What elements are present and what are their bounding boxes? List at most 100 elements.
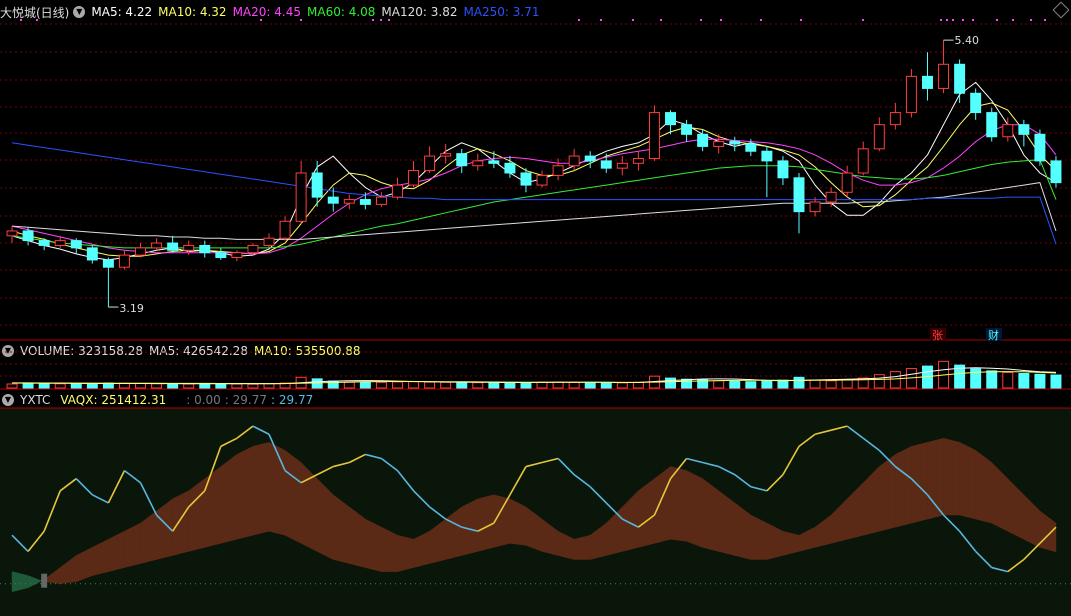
volume-bar: [424, 381, 436, 389]
volume-bar: [681, 378, 693, 389]
volume-bar: [6, 383, 18, 389]
volume-bar: [777, 379, 789, 389]
yxtc-band: [381, 526, 398, 572]
candle: [135, 247, 146, 256]
candle: [600, 160, 612, 169]
candle: [279, 220, 291, 239]
volume-bar: [584, 382, 596, 389]
candle: [54, 240, 66, 246]
yxtc-band: [332, 494, 350, 564]
candle: [616, 162, 628, 169]
candle: [970, 92, 982, 114]
volume-bar: [568, 381, 580, 389]
volume-bar: [86, 383, 98, 389]
signal-dot: [578, 19, 580, 21]
candle: [857, 148, 869, 174]
yxtc-band: [188, 478, 206, 552]
candle: [70, 240, 82, 249]
candle: [681, 124, 693, 135]
candle: [905, 75, 917, 114]
candle: [151, 242, 163, 249]
volume-bar: [536, 381, 548, 389]
signal-dot: [380, 19, 382, 21]
candle: [1034, 133, 1046, 162]
signal-dot: [660, 19, 662, 21]
volume-bar: [809, 379, 821, 389]
candle: [440, 153, 452, 157]
yxtc-band: [204, 466, 222, 548]
signal-dot: [952, 19, 954, 21]
signal-dot: [388, 19, 390, 21]
ma-line-ma250: [11, 142, 1057, 245]
volume-bar: [552, 381, 564, 389]
yxtc-band: [654, 466, 671, 544]
candle: [922, 75, 933, 89]
candle: [392, 184, 403, 198]
candle: [793, 177, 805, 213]
yxtc-band: [284, 449, 302, 544]
signal-dot: [372, 19, 374, 21]
yxtc-band: [477, 494, 495, 552]
signal-dot: [720, 19, 722, 21]
signal-dot: [260, 19, 262, 21]
event-marker[interactable]: 张: [932, 329, 943, 342]
ma-line-ma10: [11, 102, 1057, 257]
volume-bar: [54, 383, 66, 389]
signal-dot: [800, 19, 802, 21]
event-marker[interactable]: 财: [988, 328, 999, 342]
candle: [954, 63, 966, 94]
candle: [488, 160, 500, 164]
yxtc-band: [702, 478, 719, 552]
candle: [424, 155, 436, 172]
volume-bar: [359, 381, 371, 389]
candle: [1050, 160, 1062, 184]
candle: [1018, 124, 1030, 135]
volume-bar: [986, 370, 998, 389]
volume-bar: [22, 382, 34, 389]
volume-bar: [247, 383, 259, 389]
candle: [472, 160, 484, 167]
volume-bar: [504, 382, 516, 389]
yxtc-band: [975, 449, 992, 524]
volume-bar: [167, 383, 179, 389]
candle: [102, 259, 114, 268]
candle: [873, 124, 885, 150]
candle: [86, 247, 98, 261]
volume-bar: [1002, 371, 1014, 389]
ma-line-ma20: [11, 124, 1057, 255]
yxtc-band: [959, 441, 976, 520]
yxtc-band: [670, 466, 687, 542]
signal-dot: [760, 19, 762, 21]
ma-line-ma5: [11, 81, 1057, 261]
candle: [504, 162, 516, 174]
candle: [745, 143, 757, 152]
volume-bar: [841, 379, 853, 389]
volume-bar: [375, 381, 387, 389]
candle: [295, 172, 307, 222]
yxtc-band: [638, 478, 655, 548]
candle: [520, 172, 532, 186]
volume-bar: [761, 380, 773, 389]
signal-dot: [300, 19, 302, 21]
volume-bar: [632, 381, 644, 389]
stock-chart: 5.40 3.19 张 财: [0, 19, 1071, 616]
yxtc-band: [493, 494, 511, 548]
signal-dot: [946, 19, 948, 21]
yxtc-band: [895, 445, 912, 528]
yxtc-band: [236, 445, 254, 540]
candle: [199, 244, 211, 254]
volume-bar: [183, 383, 195, 389]
volume-bar: [793, 376, 805, 389]
candle: [231, 252, 243, 259]
volume-bar: [729, 380, 741, 389]
signal-dot: [1044, 19, 1046, 21]
volume-bar: [199, 383, 211, 389]
volume-bar: [440, 381, 452, 389]
candle: [648, 112, 660, 159]
high-price-label: 5.40: [955, 34, 980, 47]
volume-bar: [873, 374, 885, 389]
yxtc-band: [172, 490, 189, 556]
volume-bar: [745, 381, 757, 389]
volume-bar: [1034, 373, 1046, 389]
signal-dot: [996, 19, 998, 21]
